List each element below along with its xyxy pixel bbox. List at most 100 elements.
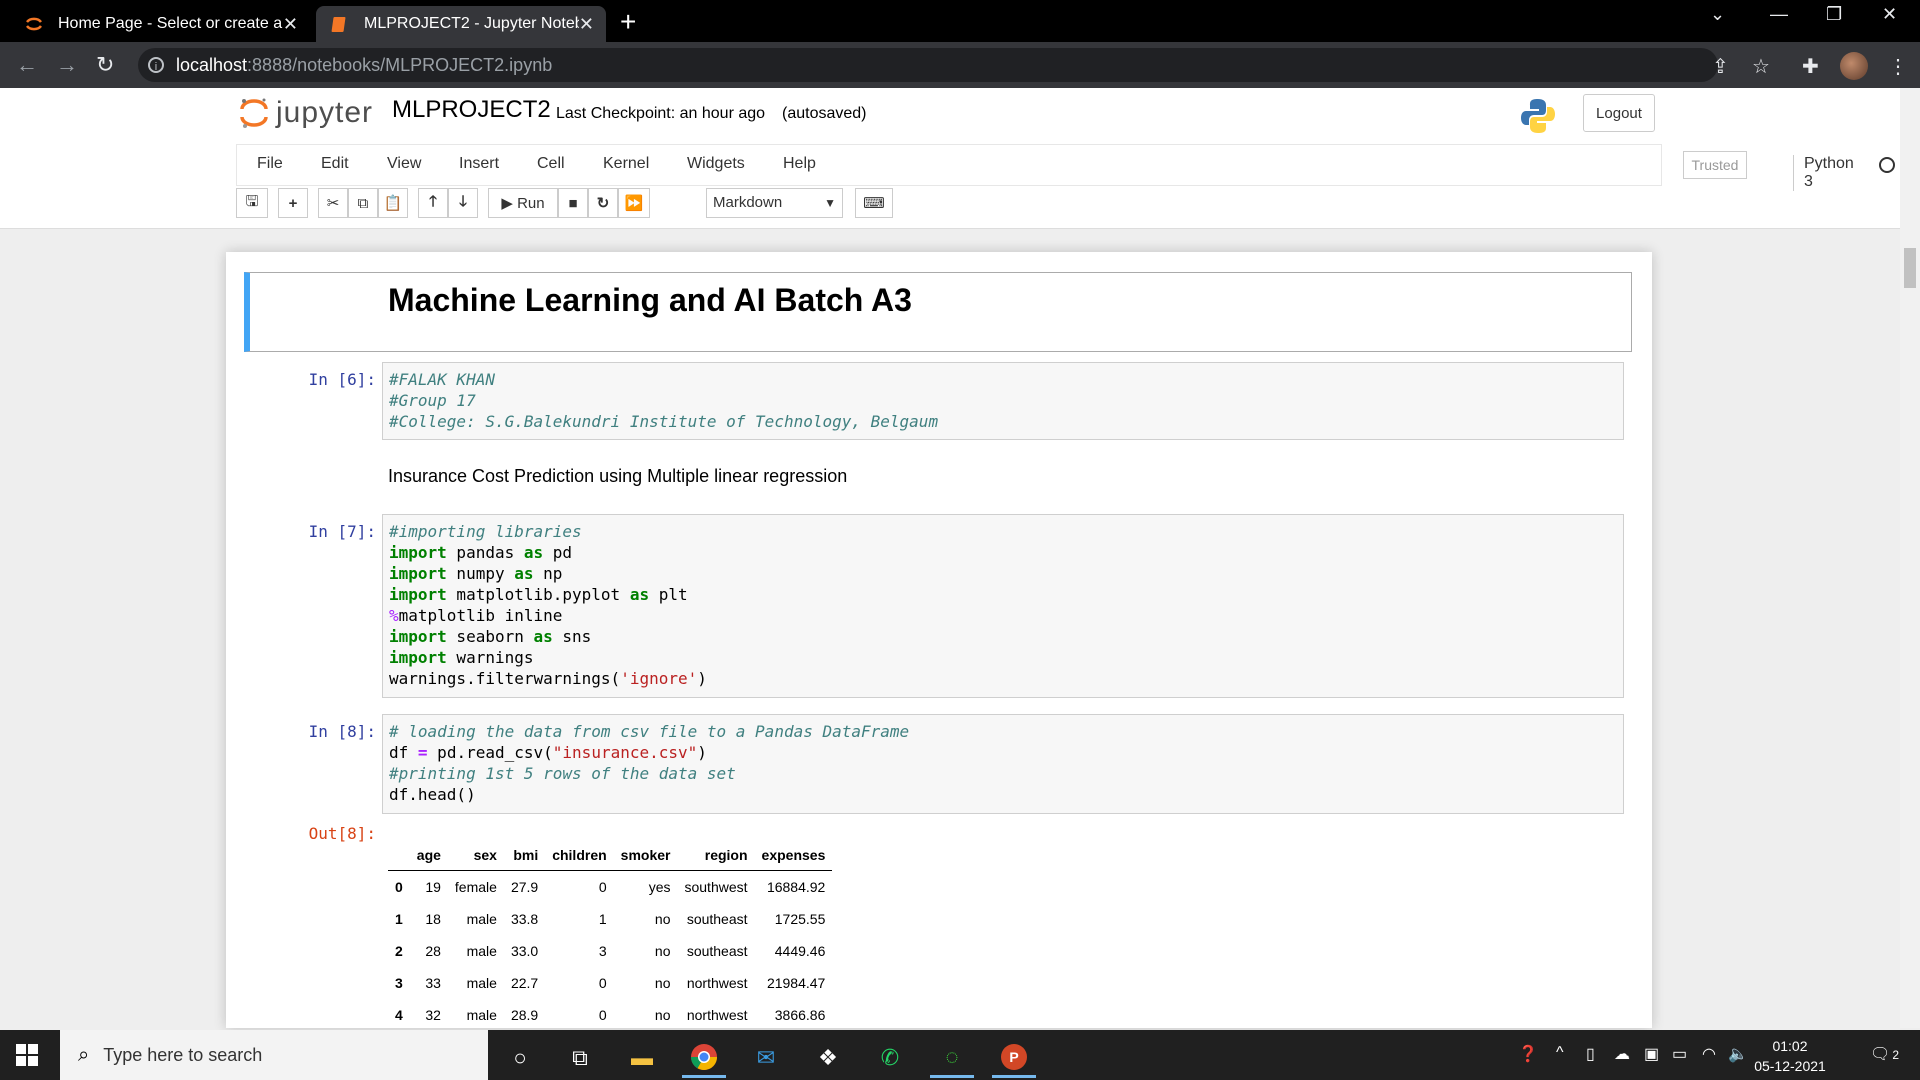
code-cell-6-source: #FALAK KHAN #Group 17 #College: S.G.Bale…: [389, 370, 939, 431]
dataframe-output-table: age sex bmi children smoker region expen…: [388, 840, 833, 1028]
search-placeholder: Type here to search: [103, 1044, 263, 1065]
powerpoint-icon[interactable]: P: [992, 1038, 1036, 1078]
notebook-container: Machine Learning and AI Batch A3 In [6]:…: [226, 252, 1652, 1028]
file-explorer-icon[interactable]: ▬: [620, 1038, 664, 1078]
browser-tabstrip: Home Page - Select or create a n ✕ MLPRO…: [0, 0, 1920, 42]
task-manager-icon[interactable]: ▣: [1644, 1044, 1659, 1064]
page-scrollbar[interactable]: [1900, 88, 1920, 1028]
url-bar[interactable]: i localhost:8888/notebooks/MLPROJECT2.ip…: [138, 48, 1718, 82]
help-icon[interactable]: ❓: [1518, 1044, 1538, 1064]
code-cell-7[interactable]: #importing libraries import pandas as pd…: [382, 514, 1624, 698]
logout-button[interactable]: Logout: [1583, 94, 1655, 132]
share-icon[interactable]: ⇪: [1712, 54, 1729, 79]
restore-icon[interactable]: ❐: [1826, 4, 1842, 25]
taskbar-clock[interactable]: 01:02 05-12-2021: [1752, 1036, 1828, 1076]
cut-icon[interactable]: ✂: [318, 188, 348, 218]
command-palette-keyboard-icon[interactable]: ⌨: [855, 188, 893, 218]
tab-search-chevron-icon[interactable]: ⌄: [1710, 4, 1725, 25]
clock-time: 01:02: [1772, 1038, 1808, 1054]
new-tab-button[interactable]: +: [620, 6, 636, 38]
trusted-indicator[interactable]: Trusted: [1683, 151, 1747, 179]
onedrive-cloud-icon[interactable]: ☁: [1614, 1044, 1630, 1064]
column-header: sex: [447, 840, 504, 871]
table-cell: 32: [425, 1007, 441, 1023]
scrollbar-thumb[interactable]: [1904, 248, 1916, 288]
table-cell: 18: [425, 911, 441, 927]
menu-insert[interactable]: Insert: [459, 155, 499, 173]
insert-cell-below-icon[interactable]: +: [278, 188, 308, 218]
reload-icon[interactable]: ↻: [96, 52, 114, 78]
jupyter-logo-icon: [240, 98, 268, 128]
tab-mlproject2[interactable]: MLPROJECT2 - Jupyter Noteboo ✕: [316, 6, 606, 42]
save-icon[interactable]: 🖫: [236, 188, 268, 218]
code-cell-8-source: # loading the data from csv file to a Pa…: [389, 722, 910, 804]
restart-run-all-icon[interactable]: ⏩: [618, 188, 650, 218]
jupyter-logo[interactable]: jupyter: [240, 96, 373, 130]
menu-widgets[interactable]: Widgets: [687, 155, 745, 173]
tray-overflow-chevron-icon[interactable]: ^: [1556, 1044, 1564, 1062]
back-icon[interactable]: ←: [16, 52, 38, 78]
anaconda-loading-icon[interactable]: ◌: [930, 1038, 974, 1078]
tab-home-page[interactable]: Home Page - Select or create a n ✕: [10, 6, 310, 42]
close-tab-icon[interactable]: ✕: [283, 14, 298, 35]
jupyter-header: jupyter MLPROJECT2 Last Checkpoint: an h…: [0, 88, 1900, 229]
jupyter-favicon-icon: [25, 17, 43, 31]
notifications-icon[interactable]: 🗨 2: [1870, 1044, 1899, 1064]
code-cell-7-source: #importing libraries import pandas as pd…: [389, 522, 707, 688]
profile-avatar[interactable]: [1840, 52, 1868, 80]
minimize-icon[interactable]: —: [1770, 4, 1788, 25]
dropbox-icon[interactable]: ❖: [806, 1038, 850, 1078]
column-header: bmi: [503, 840, 546, 871]
notebook-name[interactable]: MLPROJECT2: [392, 96, 551, 124]
move-down-icon[interactable]: 🡓: [448, 188, 478, 218]
windows-start-icon[interactable]: [16, 1044, 38, 1066]
paste-icon[interactable]: 📋: [378, 188, 408, 218]
cell-type-select[interactable]: Markdown ▼: [706, 188, 843, 218]
whatsapp-icon[interactable]: ✆: [868, 1038, 912, 1078]
table-cell: 27.9: [510, 879, 539, 895]
task-view-icon[interactable]: ⧉: [558, 1038, 602, 1078]
kernel-name[interactable]: Python 3: [1793, 155, 1854, 191]
run-button[interactable]: ▶ Run: [488, 188, 558, 218]
table-cell: no: [654, 975, 671, 991]
battery-icon[interactable]: ▭: [1672, 1044, 1687, 1064]
stop-icon[interactable]: ■: [558, 188, 588, 218]
forward-icon[interactable]: →: [56, 52, 78, 78]
menu-view[interactable]: View: [387, 155, 421, 173]
menu-kernel[interactable]: Kernel: [603, 155, 649, 173]
table-cell: no: [654, 1007, 671, 1023]
table-cell: 0: [598, 879, 607, 895]
tab-title: Home Page - Select or create a n: [58, 15, 283, 32]
code-cell-8[interactable]: # loading the data from csv file to a Pa…: [382, 714, 1624, 814]
volume-icon[interactable]: 🔈: [1728, 1044, 1748, 1064]
python-logo-icon: [1521, 99, 1555, 133]
browser-menu-icon[interactable]: ⋮: [1888, 54, 1908, 79]
site-info-icon[interactable]: i: [148, 57, 164, 73]
close-window-icon[interactable]: ✕: [1882, 4, 1897, 25]
restart-kernel-icon[interactable]: ↻: [588, 188, 618, 218]
row-index: 3: [395, 975, 403, 991]
play-icon: ▶: [501, 195, 518, 212]
menu-help[interactable]: Help: [783, 155, 816, 173]
mail-icon[interactable]: ✉: [744, 1038, 788, 1078]
extensions-puzzle-icon[interactable]: ✚: [1802, 54, 1819, 79]
bookmark-star-icon[interactable]: ☆: [1752, 54, 1770, 79]
menu-file[interactable]: File: [257, 155, 283, 173]
wifi-icon[interactable]: ◠: [1702, 1044, 1716, 1064]
url-text: localhost:8888/notebooks/MLPROJECT2.ipyn…: [176, 54, 553, 75]
menu-edit[interactable]: Edit: [321, 155, 349, 173]
notebook-favicon-icon: [331, 17, 346, 32]
markdown-cell-text[interactable]: Insurance Cost Prediction using Multiple…: [388, 466, 847, 487]
menu-cell[interactable]: Cell: [537, 155, 565, 173]
table-cell: 28: [425, 943, 441, 959]
table-cell: 16884.92: [766, 879, 826, 895]
table-cell: 33.0: [510, 943, 539, 959]
copy-icon[interactable]: ⧉: [348, 188, 378, 218]
cortana-icon[interactable]: ○: [498, 1038, 542, 1078]
device-icon[interactable]: ▯: [1586, 1044, 1595, 1064]
move-up-icon[interactable]: 🡑: [418, 188, 448, 218]
code-cell-6[interactable]: #FALAK KHAN #Group 17 #College: S.G.Bale…: [382, 362, 1624, 440]
taskbar-search-box[interactable]: ⌕ Type here to search: [60, 1030, 488, 1080]
close-tab-icon[interactable]: ✕: [579, 14, 594, 35]
chrome-icon[interactable]: [682, 1038, 726, 1078]
